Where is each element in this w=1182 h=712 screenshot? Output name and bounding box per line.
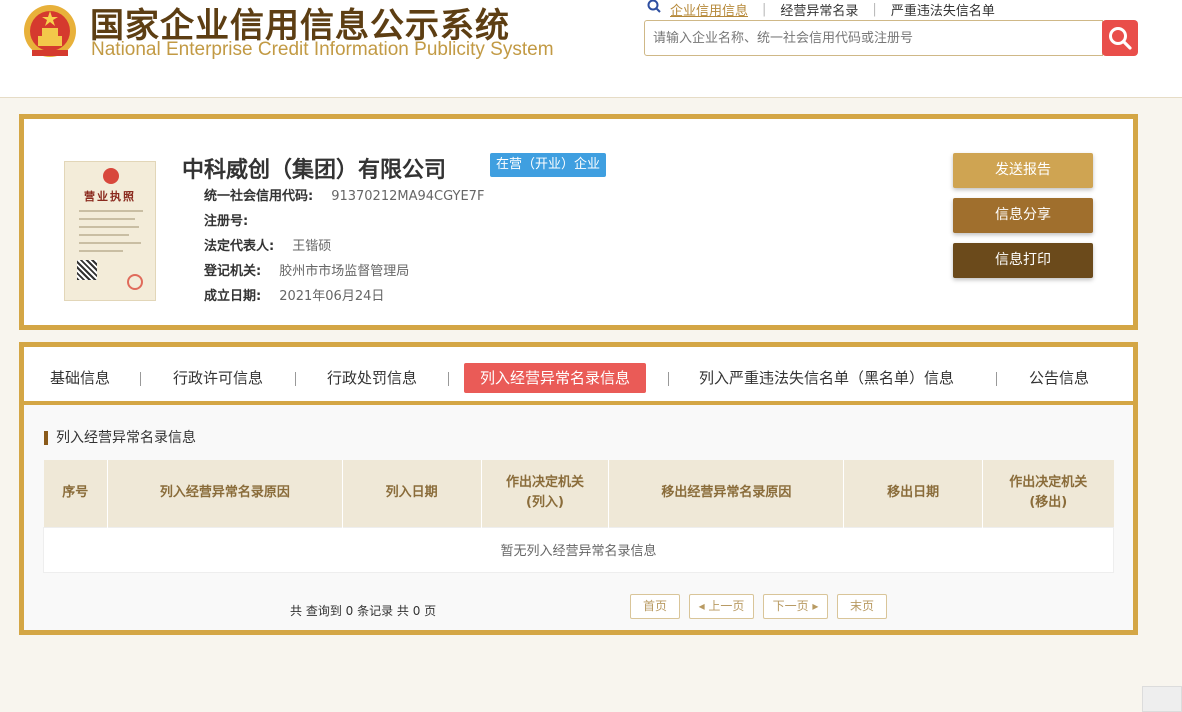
column-header-text: 移出日期 [887, 485, 940, 501]
site-title-en: National Enterprise Credit Information P… [91, 39, 554, 60]
tab-blacklist[interactable]: 列入严重违法失信名单（黑名单）信息 [699, 363, 954, 393]
info-label: 统一社会信用代码: [204, 189, 314, 204]
tab-divider [295, 372, 296, 386]
column-header-text: 列入日期 [385, 485, 438, 501]
tab-announcements[interactable]: 公告信息 [1029, 363, 1089, 393]
link-enterprise-credit[interactable]: 企业信用信息 [670, 0, 748, 19]
column-header-text: 作出决定机关 [505, 475, 584, 491]
column-header-text: 列入经营异常名录原因 [159, 485, 290, 501]
tab-content: 列入经营异常名录信息 序号 列入经营异常名录原因 列入日期 作出决定机关 (列入)… [24, 405, 1133, 630]
license-text-line [79, 210, 143, 212]
tab-admin-penalty[interactable]: 行政处罚信息 [327, 363, 417, 393]
top-nav-links: 企业信用信息 | 经营异常名录 | 严重违法失信名单 [670, 0, 995, 19]
record-count: 共 查询到 0 条记录 共 0 页 [290, 604, 437, 618]
link-abnormal-list[interactable]: 经营异常名录 [780, 0, 858, 19]
info-established-date: 成立日期: 2021年06月24日 [204, 285, 384, 304]
feedback-corner-widget[interactable] [1142, 686, 1182, 712]
prev-page-button[interactable]: ◂ 上一页 [689, 594, 754, 619]
empty-table-message: 暂无列入经营异常名录信息 [43, 526, 1114, 573]
send-report-button[interactable]: 发送报告 [953, 153, 1093, 188]
abnormal-list-table: 序号 列入经营异常名录原因 列入日期 作出决定机关 (列入) 移出经营异常名录原因… [43, 460, 1114, 573]
link-divider: | [872, 2, 877, 17]
tab-basic-info[interactable]: 基础信息 [50, 363, 110, 393]
tab-divider [668, 372, 669, 386]
national-emblem-icon [24, 5, 76, 57]
link-divider: | [762, 2, 767, 17]
print-info-button[interactable]: 信息打印 [953, 243, 1093, 278]
column-header: 移出经营异常名录原因 [608, 460, 845, 527]
last-page-button[interactable]: 末页 [837, 594, 887, 619]
next-page-button[interactable]: 下一页 ▸ [763, 594, 828, 619]
license-emblem-icon [103, 168, 119, 184]
share-info-button[interactable]: 信息分享 [953, 198, 1093, 233]
column-header-subtext: (移出) [1029, 495, 1068, 511]
search-input[interactable] [645, 21, 1102, 55]
next-page-label: 下一页 [772, 599, 809, 613]
table-row: 暂无列入经营异常名录信息 [43, 526, 1114, 573]
info-value: 王锴硕 [292, 239, 332, 254]
column-header-subtext: (列入) [526, 495, 564, 511]
site-header: 国家企业信用信息公示系统 National Enterprise Credit … [0, 0, 1182, 98]
search-icon [647, 0, 661, 13]
info-label: 登记机关: [204, 264, 262, 279]
tab-bar: 基础信息 行政许可信息 行政处罚信息 列入经营异常名录信息 列入严重违法失信名单… [24, 347, 1133, 405]
tab-abnormal-list[interactable]: 列入经营异常名录信息 [464, 363, 647, 393]
info-registration-number: 注册号: [204, 210, 266, 229]
column-header-text: 移出经营异常名录原因 [661, 485, 792, 501]
info-value: 91370212MA94CGYE7F [331, 189, 485, 204]
seal-icon [127, 274, 143, 290]
license-text-line [79, 242, 141, 244]
chevron-left-icon: ◂ [698, 599, 709, 613]
company-name: 中科威创（集团）有限公司 [182, 158, 447, 183]
detail-tabs-panel: 基础信息 行政许可信息 行政处罚信息 列入经营异常名录信息 列入严重违法失信名单… [19, 342, 1138, 635]
search-button[interactable] [1102, 20, 1138, 56]
table-header-row: 序号 列入经营异常名录原因 列入日期 作出决定机关 (列入) 移出经营异常名录原因… [43, 460, 1114, 527]
license-text-line [79, 250, 123, 252]
license-text-line [79, 226, 139, 228]
tab-divider [996, 372, 997, 386]
license-title: 营业执照 [84, 190, 136, 203]
tab-admin-license[interactable]: 行政许可信息 [173, 363, 263, 393]
first-page-button[interactable]: 首页 [630, 594, 680, 619]
prev-page-label: 上一页 [708, 599, 745, 613]
status-badge: 在营（开业）企业 [490, 153, 607, 177]
license-text-line [79, 234, 129, 236]
qr-code-icon [77, 260, 97, 280]
info-label: 法定代表人: [204, 239, 275, 254]
search-box [644, 20, 1103, 56]
license-text-line [79, 218, 135, 220]
info-credit-code: 统一社会信用代码: 91370212MA94CGYE7F [204, 185, 484, 204]
business-license-image[interactable]: 营业执照 [64, 161, 156, 301]
link-serious-violation-list[interactable]: 严重违法失信名单 [891, 0, 995, 19]
magnifier-icon [1109, 27, 1132, 50]
column-header-text: 序号 [62, 485, 89, 501]
column-header-text: 作出决定机关 [1009, 475, 1088, 491]
tab-divider [448, 372, 449, 386]
info-registration-authority: 登记机关: 胶州市市场监督管理局 [204, 260, 409, 279]
info-value: 2021年06月24日 [279, 289, 385, 304]
section-title: 列入经营异常名录信息 [44, 431, 196, 445]
info-legal-representative: 法定代表人: 王锴硕 [204, 235, 331, 254]
info-label: 注册号: [204, 214, 249, 229]
info-label: 成立日期: [204, 289, 262, 304]
chevron-right-icon: ▸ [808, 599, 819, 613]
column-header: 序号 [43, 460, 108, 527]
column-header: 作出决定机关 (移出) [982, 460, 1114, 527]
column-header: 列入经营异常名录原因 [107, 460, 343, 527]
column-header: 作出决定机关 (列入) [481, 460, 610, 527]
column-header: 列入日期 [342, 460, 482, 527]
tab-divider [140, 372, 141, 386]
info-value: 胶州市市场监督管理局 [279, 264, 410, 279]
company-info-panel: 营业执照 中科威创（集团）有限公司 在营（开业）企业 统一社会信用代码: 9137… [19, 114, 1138, 330]
column-header: 移出日期 [843, 460, 984, 527]
